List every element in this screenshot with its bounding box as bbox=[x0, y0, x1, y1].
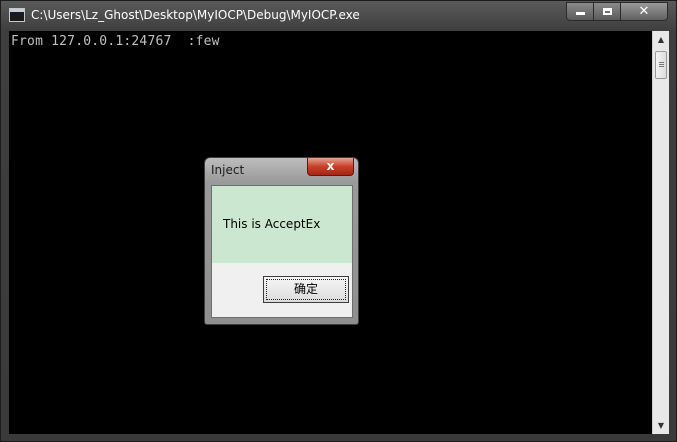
maximize-button[interactable] bbox=[593, 2, 621, 21]
scroll-thumb[interactable] bbox=[655, 51, 667, 79]
vertical-scrollbar[interactable]: ▲ ▼ bbox=[652, 31, 669, 434]
window-title: C:\Users\Lz_Ghost\Desktop\MyIOCP\Debug\M… bbox=[31, 8, 360, 22]
scroll-up-button[interactable]: ▲ bbox=[653, 31, 669, 48]
dialog-close-button[interactable]: x bbox=[307, 158, 354, 176]
minimize-icon bbox=[575, 12, 585, 15]
message-box: Inject x This is AcceptEx 确定 bbox=[204, 157, 359, 325]
scroll-down-button[interactable]: ▼ bbox=[653, 417, 669, 434]
console-line: From 127.0.0.1:24767 :few bbox=[11, 34, 220, 49]
arrow-down-icon: ▼ bbox=[657, 421, 665, 430]
close-icon: x bbox=[326, 159, 335, 173]
close-icon: ✕ bbox=[638, 4, 650, 19]
close-button[interactable]: ✕ bbox=[620, 2, 668, 21]
dialog-message: This is AcceptEx bbox=[223, 217, 321, 231]
maximize-icon bbox=[602, 8, 612, 15]
grip-line bbox=[659, 62, 664, 63]
dialog-title: Inject bbox=[211, 163, 245, 177]
grip-line bbox=[659, 64, 664, 65]
message-area: This is AcceptEx bbox=[212, 186, 352, 263]
console-app-icon[interactable] bbox=[9, 8, 25, 22]
grip-line bbox=[659, 66, 664, 67]
ok-button[interactable]: 确定 bbox=[263, 276, 349, 303]
dialog-body: This is AcceptEx 确定 bbox=[211, 185, 353, 318]
title-bar[interactable]: C:\Users\Lz_Ghost\Desktop\MyIOCP\Debug\M… bbox=[1, 1, 676, 31]
arrow-up-icon: ▲ bbox=[657, 35, 665, 44]
minimize-button[interactable] bbox=[566, 2, 594, 21]
